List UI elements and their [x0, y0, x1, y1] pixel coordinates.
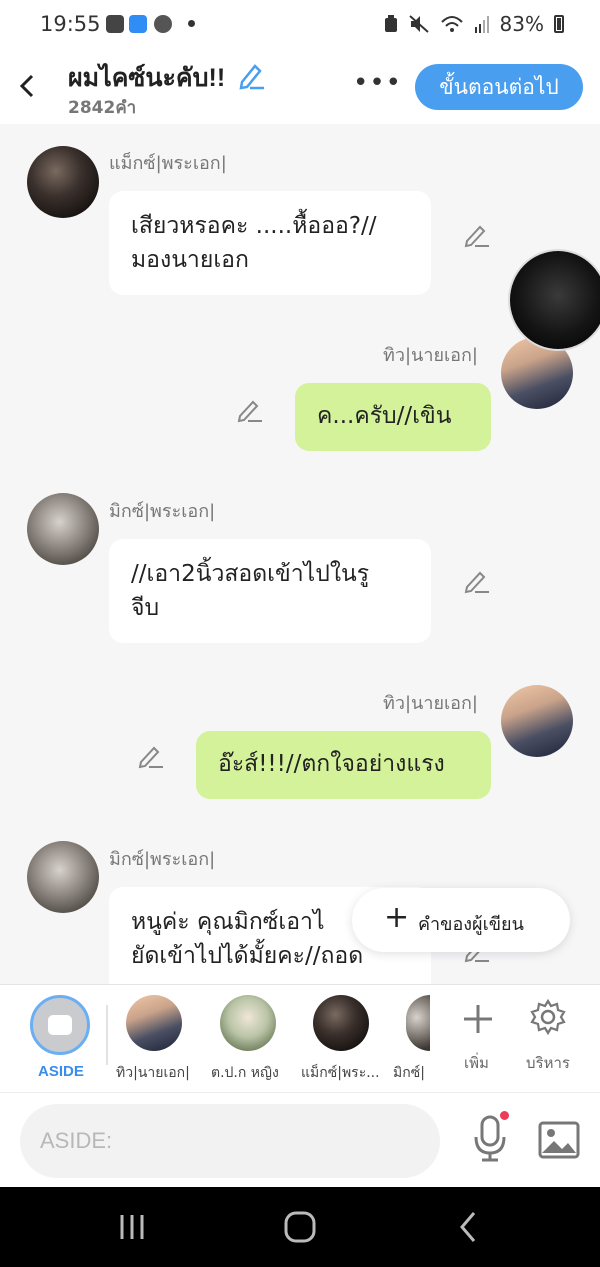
message-bubble[interactable]: อ๊ะส์!!!//ตกใจอย่างแรง: [196, 731, 491, 799]
add-label: เพิ่ม: [464, 1054, 489, 1072]
back-button[interactable]: [14, 66, 42, 106]
edit-message-icon[interactable]: [463, 567, 491, 595]
more-options-button[interactable]: •••: [353, 68, 401, 98]
status-bar: 19:55 83%: [0, 0, 600, 50]
back-arrow-icon: [19, 74, 34, 98]
next-step-button[interactable]: ขั้นตอนต่อไป: [415, 64, 583, 110]
navigation-bar: [0, 1187, 600, 1267]
message-line: //เอา2นิ้วสอดเข้าไปในรู: [131, 561, 370, 587]
notification-dot: [500, 1111, 509, 1120]
plus-icon: +: [384, 900, 410, 935]
message-line: มองนายเอก: [131, 247, 249, 273]
plus-icon: [464, 1005, 492, 1033]
aside-label: ASIDE: [38, 1063, 84, 1080]
add-character-button[interactable]: [462, 999, 494, 1045]
character-avatar[interactable]: [220, 995, 276, 1051]
aside-message-icon: [48, 1015, 72, 1035]
divider: [106, 1005, 108, 1065]
avatar[interactable]: [27, 493, 99, 565]
input-bar: [0, 1092, 600, 1187]
microphone-icon[interactable]: [470, 1113, 510, 1163]
status-right: 83%: [384, 12, 564, 36]
sender-name: แม็กซ์|พระเอก|: [109, 153, 227, 174]
recent-apps-icon[interactable]: [112, 1209, 152, 1245]
character-name: ทิว|นายเอก|: [116, 1065, 190, 1081]
sender-name: ทิว|นายเอก|: [383, 693, 478, 714]
edit-message-icon[interactable]: [463, 221, 491, 249]
floating-chat-head[interactable]: [508, 249, 600, 351]
character-name: มิกซ์|: [393, 1065, 425, 1081]
chat-title: ผมไคซ์นะคับ!!: [68, 64, 226, 92]
character-avatar[interactable]: [126, 995, 182, 1051]
lock-battery-icon: [384, 15, 397, 32]
message-line: ค...ครับ//เขิน: [317, 403, 452, 429]
aside-chip[interactable]: [30, 995, 90, 1055]
signal-icon: [474, 16, 489, 33]
message-bubble[interactable]: เสียวหรอคะ .....หื้อออ?// มองนายเอก: [109, 191, 431, 295]
message-bubble[interactable]: //เอา2นิ้วสอดเข้าไปในรู จีบ: [109, 539, 431, 643]
message-line: เสียวหรอคะ .....หื้อออ?//: [131, 213, 377, 239]
writer-words-label: คำของผู้เขียน: [418, 914, 524, 935]
aside-input[interactable]: [20, 1104, 440, 1178]
chat-area[interactable]: แม็กซ์|พระเอก| เสียวหรอคะ .....หื้อออ?//…: [0, 124, 600, 984]
dot-icon: [188, 20, 195, 27]
edit-message-icon[interactable]: [137, 742, 165, 770]
battery-percent: 83%: [499, 12, 544, 36]
avatar[interactable]: [27, 841, 99, 913]
character-name: ต.ป.ก หญิง: [211, 1065, 279, 1081]
word-count: 2842คำ: [68, 98, 137, 118]
gallery-icon: [106, 15, 124, 33]
battery-icon: [554, 15, 564, 33]
avatar[interactable]: [27, 146, 99, 218]
wifi-icon: [440, 16, 463, 32]
back-nav-icon[interactable]: [448, 1209, 488, 1245]
character-bar: ASIDE ทิว|นายเอก| ต.ป.ก หญิง แม็กซ์|พระ.…: [0, 984, 600, 1092]
home-icon[interactable]: [280, 1209, 320, 1245]
character-name: แม็กซ์|พระ...: [301, 1065, 380, 1081]
status-time: 19:55: [40, 12, 101, 36]
message-line: อ๊ะส์!!!//ตกใจอย่างแรง: [218, 751, 445, 777]
character-avatar[interactable]: [406, 995, 430, 1051]
message-line: จีบ: [131, 595, 160, 621]
edit-title-icon[interactable]: [236, 60, 266, 90]
gear-icon[interactable]: [530, 999, 566, 1035]
mute-icon: [408, 15, 429, 33]
edit-message-icon[interactable]: [236, 396, 264, 424]
avatar[interactable]: [501, 685, 573, 757]
chat-header: ผมไคซ์นะคับ!! 2842คำ ••• ขั้นตอนต่อไป: [0, 50, 600, 124]
sender-name: มิกซ์|พระเอก|: [109, 501, 216, 522]
toon-app-icon: [129, 15, 147, 33]
writer-words-button[interactable]: + คำของผู้เขียน: [352, 888, 570, 952]
message-bubble[interactable]: ค...ครับ//เขิน: [295, 383, 491, 451]
sender-name: ทิว|นายเอก|: [383, 345, 478, 366]
sender-name: มิกซ์|พระเอก|: [109, 849, 216, 870]
manage-label: บริหาร: [526, 1054, 570, 1072]
character-avatar[interactable]: [313, 995, 369, 1051]
line-app-icon: [154, 15, 172, 33]
image-icon[interactable]: [538, 1121, 580, 1159]
